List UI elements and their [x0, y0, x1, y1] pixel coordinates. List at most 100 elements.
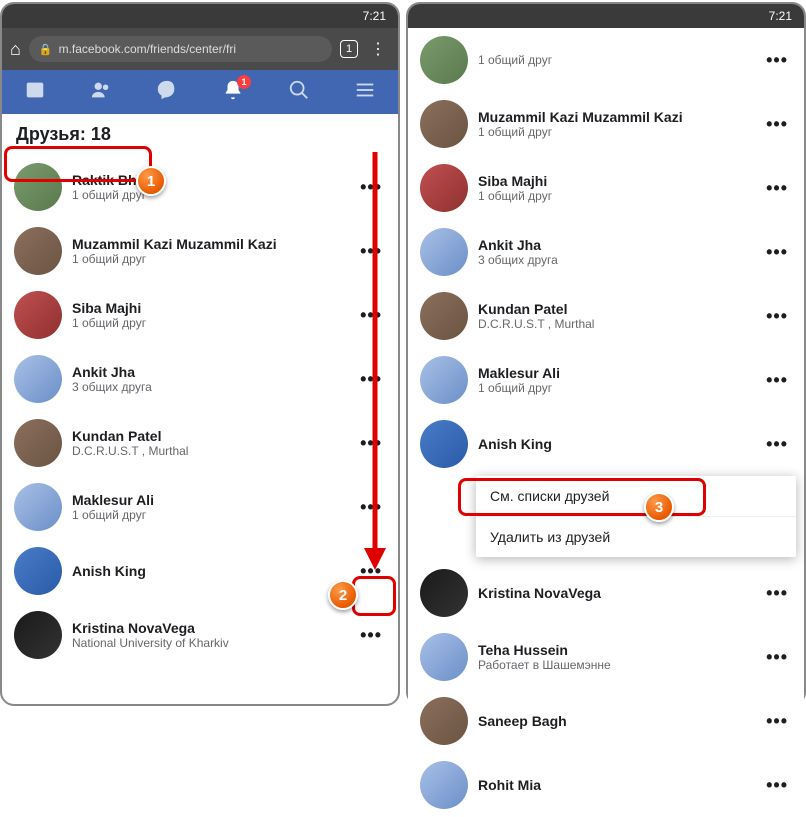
avatar[interactable] [420, 292, 468, 340]
browser-menu-icon[interactable]: ⋮ [366, 39, 390, 59]
avatar[interactable] [420, 761, 468, 809]
friend-row[interactable]: Kristina NovaVega••• [408, 561, 804, 625]
friend-row[interactable]: Kundan PatelD.C.R.U.S.T , Murthal••• [2, 411, 398, 475]
friend-row[interactable]: Teha HusseinРаботает в Шашемэнне••• [408, 625, 804, 689]
friend-row[interactable]: Siba Majhi1 общий друг••• [408, 156, 804, 220]
friend-name: Ankit Jha [72, 364, 356, 380]
friend-row[interactable]: Maklesur Ali1 общий друг••• [408, 348, 804, 412]
avatar[interactable] [14, 419, 62, 467]
avatar[interactable] [14, 227, 62, 275]
friend-subtitle: 3 общих друга [72, 380, 356, 394]
notification-badge: 1 [237, 75, 251, 89]
search-icon[interactable] [279, 79, 319, 106]
more-icon[interactable]: ••• [762, 306, 792, 327]
friend-row[interactable]: Anish King••• [408, 412, 804, 476]
friend-row[interactable]: Muzammil Kazi Muzammil Kazi1 общий друг•… [408, 92, 804, 156]
friend-name: Muzammil Kazi Muzammil Kazi [478, 109, 762, 125]
friend-row[interactable]: Siba Majhi1 общий друг••• [2, 283, 398, 347]
more-icon[interactable]: ••• [762, 775, 792, 796]
friend-name: Anish King [478, 436, 762, 452]
popup-see-lists[interactable]: См. списки друзей [476, 476, 796, 516]
friend-name: Kristina NovaVega [72, 620, 356, 636]
avatar[interactable] [14, 163, 62, 211]
avatar[interactable] [14, 483, 62, 531]
avatar[interactable] [14, 291, 62, 339]
friend-subtitle: 1 общий друг [478, 381, 762, 395]
avatar[interactable] [420, 164, 468, 212]
friend-row[interactable]: Kundan PatelD.C.R.U.S.T , Murthal••• [408, 284, 804, 348]
friend-name: Kristina NovaVega [478, 585, 762, 601]
home-icon[interactable]: ⌂ [10, 39, 21, 60]
messenger-icon[interactable] [147, 79, 187, 106]
friend-info: Anish King [478, 436, 762, 452]
arrow-down [360, 152, 390, 572]
friend-subtitle: 1 общий друг [72, 188, 356, 202]
avatar[interactable] [420, 420, 468, 468]
friend-subtitle: D.C.R.U.S.T , Murthal [478, 317, 762, 331]
more-icon[interactable]: ••• [762, 178, 792, 199]
friend-row[interactable]: Raktik Bh...1 общий друг••• [2, 155, 398, 219]
friend-name: Kundan Patel [478, 301, 762, 317]
more-icon[interactable]: ••• [762, 647, 792, 668]
more-icon[interactable]: ••• [762, 114, 792, 135]
friend-name: Kundan Patel [72, 428, 356, 444]
menu-icon[interactable] [345, 79, 385, 106]
avatar[interactable] [420, 569, 468, 617]
news-feed-icon[interactable] [15, 79, 55, 106]
friend-name: Siba Majhi [72, 300, 356, 316]
avatar[interactable] [420, 36, 468, 84]
friend-subtitle: 1 общий друг [72, 316, 356, 330]
friend-info: Kristina NovaVegaNational University of … [72, 620, 356, 650]
tab-count[interactable]: 1 [340, 40, 358, 58]
avatar[interactable] [420, 100, 468, 148]
friend-row[interactable]: Ankit Jha3 общих друга••• [408, 220, 804, 284]
more-icon[interactable]: ••• [762, 370, 792, 391]
friend-subtitle: 1 общий друг [478, 189, 762, 203]
friend-row[interactable]: Ankit Jha3 общих друга••• [2, 347, 398, 411]
more-icon[interactable]: ••• [762, 434, 792, 455]
friend-row[interactable]: Muzammil Kazi Muzammil Kazi1 общий друг•… [2, 219, 398, 283]
friend-row[interactable]: Maklesur Ali1 общий друг••• [2, 475, 398, 539]
friends-list: 1 общий друг•••Muzammil Kazi Muzammil Ka… [408, 28, 804, 817]
friend-info: Raktik Bh...1 общий друг [72, 172, 356, 202]
friend-name: Maklesur Ali [72, 492, 356, 508]
browser-bar: ⌂ 🔒 m.facebook.com/friends/center/fri 1 … [2, 28, 398, 70]
avatar[interactable] [14, 355, 62, 403]
friend-row[interactable]: Saneep Bagh••• [408, 689, 804, 753]
more-icon[interactable]: ••• [762, 50, 792, 71]
friend-row[interactable]: Rohit Mia••• [408, 753, 804, 817]
friends-icon[interactable] [81, 79, 121, 106]
avatar[interactable] [420, 356, 468, 404]
friend-name: Siba Majhi [478, 173, 762, 189]
friend-subtitle: 1 общий друг [478, 53, 762, 67]
more-icon[interactable]: ••• [762, 242, 792, 263]
avatar[interactable] [420, 228, 468, 276]
more-icon[interactable]: ••• [356, 625, 386, 646]
avatar[interactable] [420, 633, 468, 681]
friend-info: Muzammil Kazi Muzammil Kazi1 общий друг [478, 109, 762, 139]
more-icon[interactable]: ••• [762, 583, 792, 604]
friend-name: Anish King [72, 563, 356, 579]
friend-name: Saneep Bagh [478, 713, 762, 729]
friends-header: Друзья: 18 [2, 114, 398, 155]
friend-subtitle: 3 общих друга [478, 253, 762, 267]
notifications-icon[interactable]: 1 [213, 79, 253, 106]
right-screenshot: 7:21 1 общий друг•••Muzammil Kazi Muzamm… [406, 2, 806, 706]
avatar[interactable] [14, 611, 62, 659]
avatar[interactable] [420, 697, 468, 745]
friend-row[interactable]: 1 общий друг••• [408, 28, 804, 92]
friend-info: Kristina NovaVega [478, 585, 762, 601]
avatar[interactable] [14, 547, 62, 595]
friend-name: Maklesur Ali [478, 365, 762, 381]
status-time: 7:21 [363, 9, 386, 23]
friend-info: Rohit Mia [478, 777, 762, 793]
popup-unfriend[interactable]: Удалить из друзей [476, 516, 796, 557]
friend-info: Maklesur Ali1 общий друг [72, 492, 356, 522]
friend-info: Siba Majhi1 общий друг [478, 173, 762, 203]
friend-row[interactable]: Kristina NovaVegaNational University of … [2, 603, 398, 667]
more-icon[interactable]: ••• [762, 711, 792, 732]
friend-name: Ankit Jha [478, 237, 762, 253]
friend-info: Kundan PatelD.C.R.U.S.T , Murthal [72, 428, 356, 458]
url-bar[interactable]: 🔒 m.facebook.com/friends/center/fri [29, 36, 332, 62]
friend-name: Muzammil Kazi Muzammil Kazi [72, 236, 356, 252]
